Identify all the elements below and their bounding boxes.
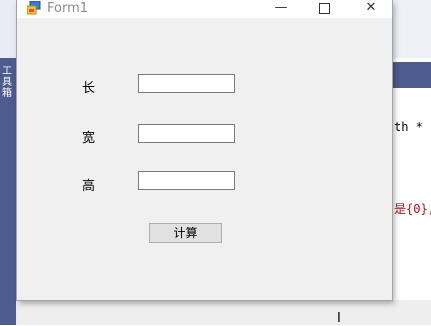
width-input[interactable] xyxy=(138,124,235,143)
label-length: 长 xyxy=(82,81,96,96)
window-title: Form1 xyxy=(47,1,89,16)
code-line: th * l xyxy=(394,120,431,134)
maximize-icon xyxy=(318,3,330,14)
minimize-button[interactable]: — xyxy=(261,0,301,18)
ide-bottom-strip xyxy=(18,300,431,325)
close-button[interactable]: ✕ xyxy=(351,0,391,18)
form-app-icon xyxy=(27,1,41,15)
length-input[interactable] xyxy=(138,74,235,93)
form-window: Form1 — ✕ 长 宽 高 计算 xyxy=(17,0,392,300)
toolbox-label: 工具箱 xyxy=(2,66,12,99)
height-input[interactable] xyxy=(138,171,235,190)
label-height: 高 xyxy=(82,179,96,194)
calculate-button[interactable]: 计算 xyxy=(149,223,222,243)
title-bar[interactable]: Form1 — ✕ xyxy=(17,0,392,18)
code-line-string: 是{0}, xyxy=(394,202,431,216)
maximize-button[interactable] xyxy=(304,0,344,18)
label-width: 宽 xyxy=(82,131,96,146)
text-cursor-icon: I xyxy=(337,311,341,326)
